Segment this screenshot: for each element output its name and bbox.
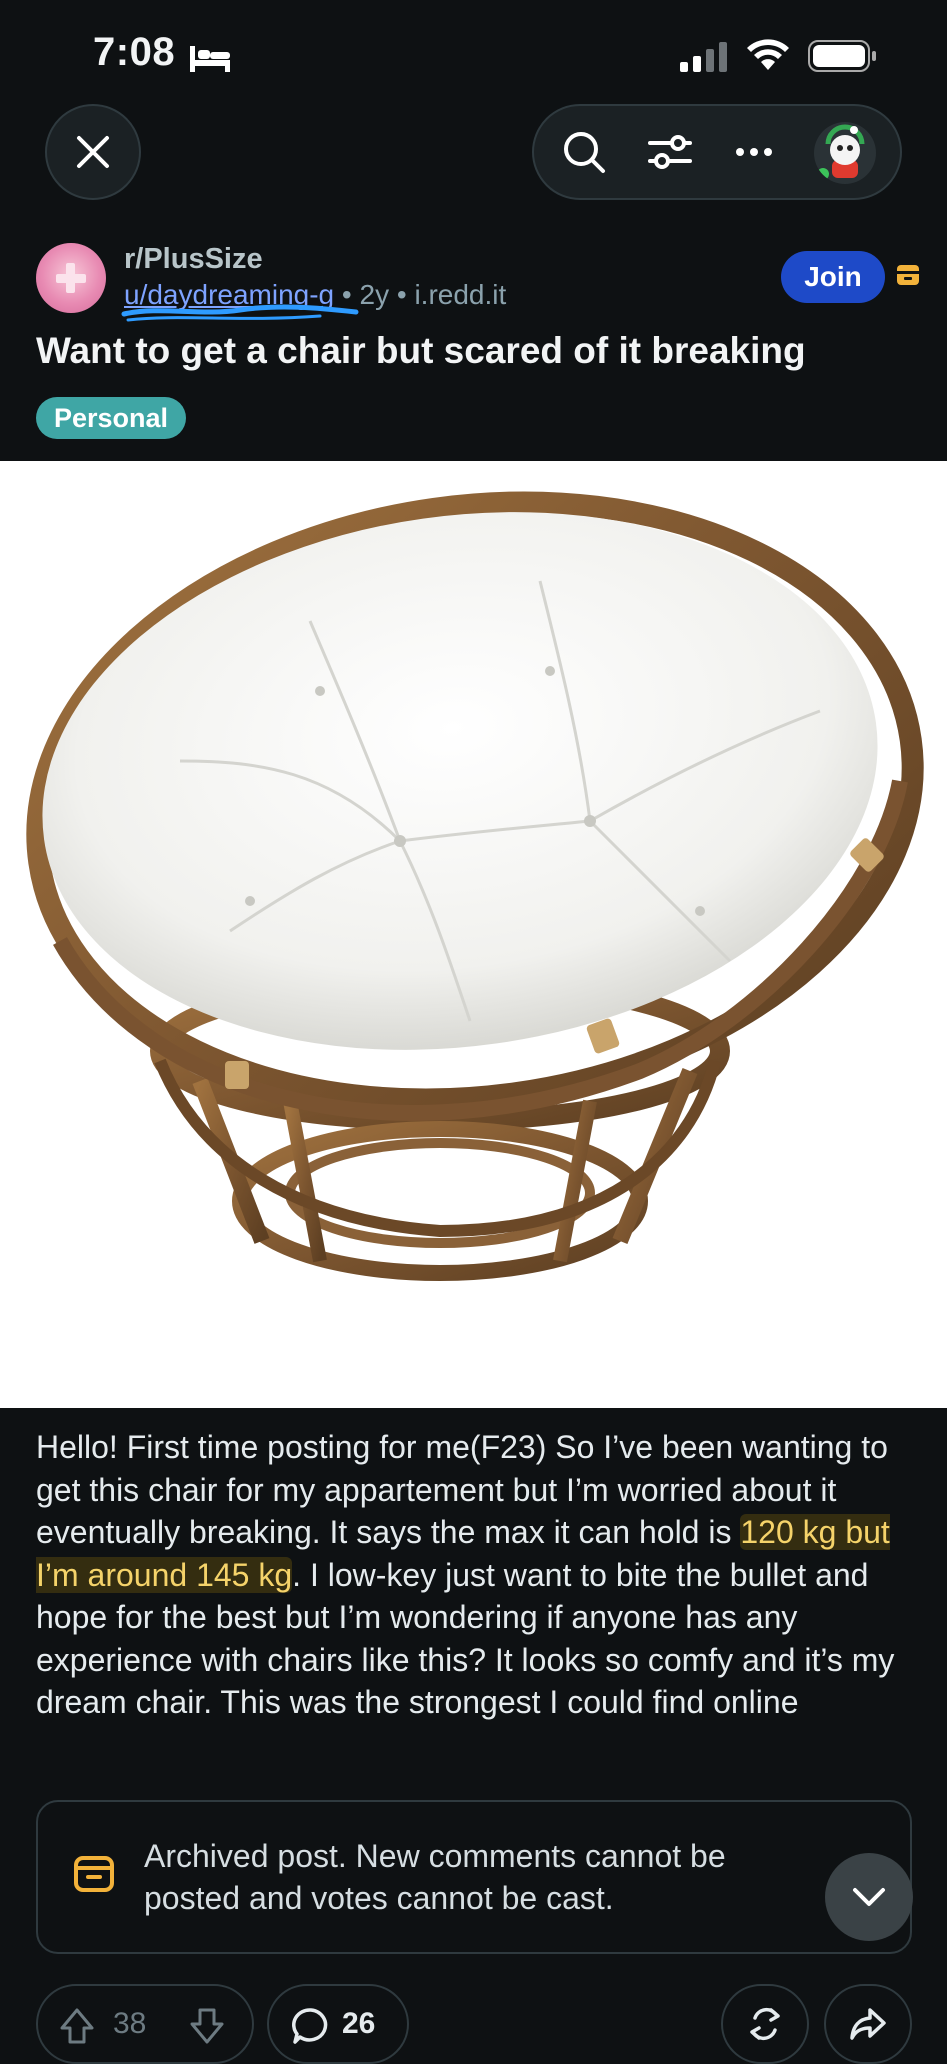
- close-button[interactable]: [45, 104, 141, 200]
- vote-control: 38: [36, 1984, 254, 2064]
- papasan-chair-image: [26, 491, 924, 1281]
- downvote-icon[interactable]: [188, 2006, 226, 2046]
- crosspost-icon: [750, 2007, 780, 2041]
- share-icon: [850, 2008, 886, 2040]
- search-icon[interactable]: [560, 128, 608, 176]
- post-domain[interactable]: i.redd.it: [414, 279, 506, 310]
- post-flair[interactable]: Personal: [36, 397, 187, 439]
- comment-icon: [292, 2008, 328, 2044]
- close-icon: [77, 136, 109, 168]
- post-image[interactable]: [0, 461, 947, 1408]
- upvote-icon[interactable]: [58, 2006, 96, 2046]
- username-scribble: [121, 304, 359, 322]
- status-time: 7:08: [93, 30, 176, 74]
- crosspost-button[interactable]: [721, 1984, 809, 2064]
- vote-count: 38: [113, 2007, 147, 2040]
- status-bar: 7:08: [0, 0, 947, 100]
- post-title: Want to get a chair but scared of it bre…: [36, 330, 806, 371]
- comments-button[interactable]: 26: [267, 1984, 409, 2064]
- post-body: Hello! First time posting for me(F23) So…: [36, 1426, 926, 1724]
- archived-text: Archived post. New comments cannot be po…: [144, 1838, 726, 1916]
- battery-icon: [808, 40, 876, 72]
- subreddit-avatar[interactable]: [36, 243, 106, 313]
- scroll-down-button[interactable]: [825, 1853, 913, 1941]
- chevron-down-icon: [853, 1888, 885, 1906]
- share-button[interactable]: [824, 1984, 912, 2064]
- meta-separator: •: [396, 279, 407, 310]
- archived-notice: Archived post. New comments cannot be po…: [36, 1800, 912, 1954]
- sleep-mode-icon: [190, 46, 230, 72]
- archive-icon: [897, 265, 919, 285]
- user-avatar[interactable]: [814, 122, 876, 184]
- wifi-icon: [747, 39, 789, 70]
- subreddit-name[interactable]: r/PlusSize: [124, 243, 263, 276]
- post-age: 2y: [359, 279, 390, 310]
- filter-icon[interactable]: [646, 128, 694, 176]
- join-button[interactable]: Join: [781, 251, 885, 303]
- more-icon[interactable]: [730, 128, 778, 176]
- cellular-signal-icon: [680, 42, 727, 72]
- comment-count: 26: [342, 2007, 376, 2040]
- archive-icon: [74, 1856, 114, 1892]
